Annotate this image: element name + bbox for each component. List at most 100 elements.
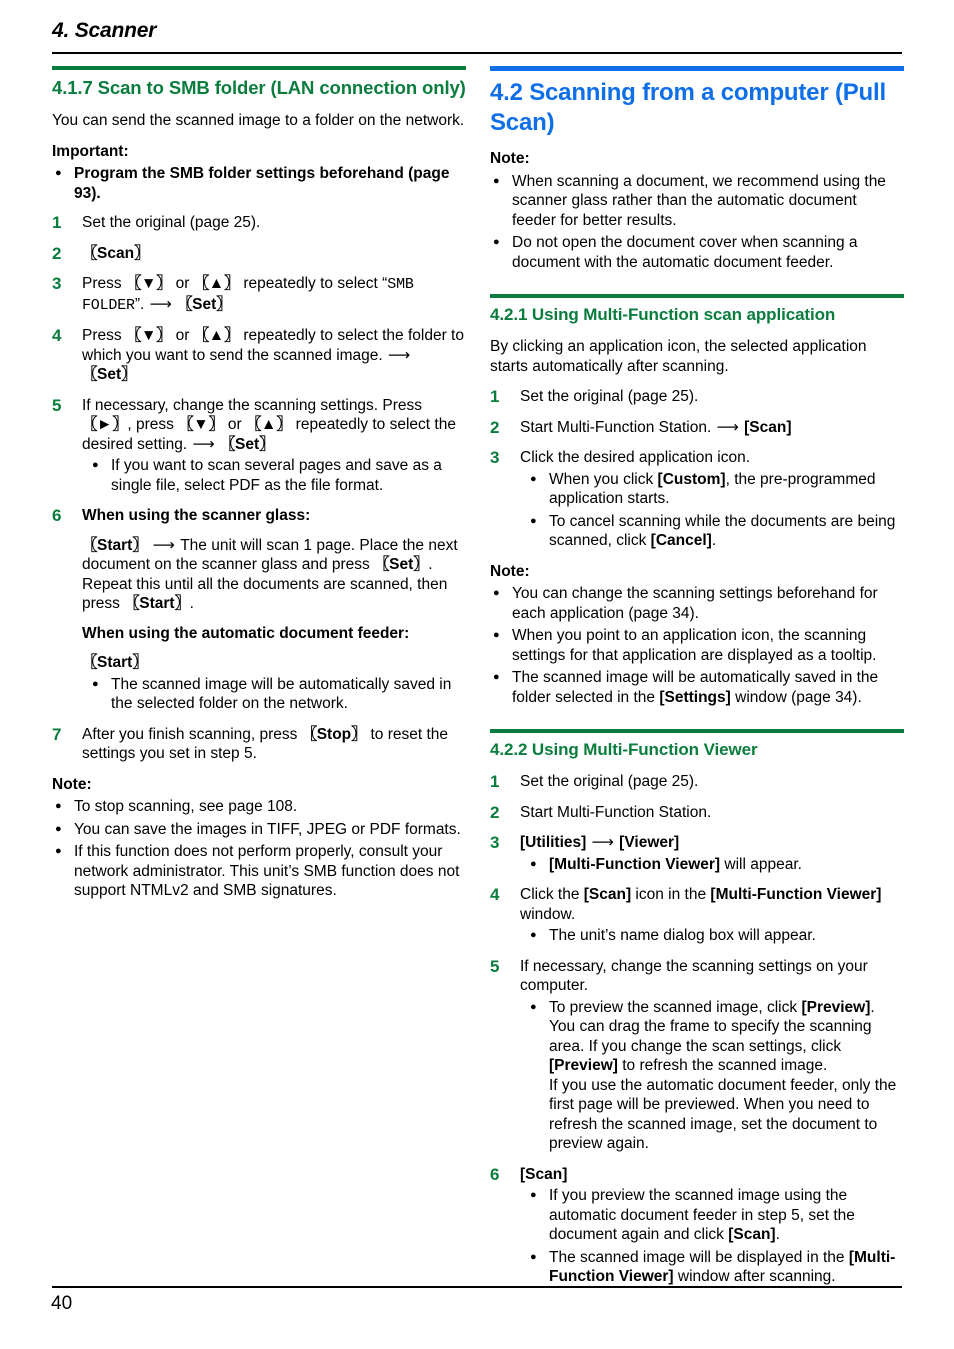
step-text-fragment: Press (82, 275, 126, 292)
key-set: 〖Set〗 (82, 365, 137, 383)
bullet-text-fragment: . (775, 1226, 780, 1243)
list-item: To cancel scanning while the documents a… (520, 511, 904, 551)
step-body: If necessary, change the scanning settin… (82, 396, 466, 455)
note-label-421: Note: (490, 562, 530, 580)
step-number: 3 (490, 448, 500, 467)
list-item: Do not open the document cover when scan… (490, 232, 904, 272)
step-body: [Scan] (520, 1165, 904, 1185)
step-text-fragment: Press (82, 327, 126, 344)
step-text-fragment: Start Multi-Function Station. (520, 418, 716, 436)
step-number: 7 (52, 724, 62, 744)
step-number: 2 (490, 802, 500, 822)
step-text-fragment: After you finish scanning, press (82, 725, 302, 743)
bullet-text-fragment: You can change the scanning settings bef… (512, 585, 878, 622)
bracket-scan: [Scan] (583, 886, 632, 903)
step-5-bullets: To preview the scanned image, click [Pre… (520, 997, 904, 1154)
key-down-arrow: 〖▼〗 (178, 415, 224, 433)
list-item: The scanned image will be displayed in t… (520, 1247, 904, 1287)
bullet-text-fragment: When you point to an application icon, t… (512, 627, 877, 664)
page-number: 40 (51, 1293, 73, 1314)
list-item: Program the SMB folder settings beforeha… (52, 163, 466, 203)
list-item: The unit’s name dialog box will appear. (520, 925, 904, 945)
note-bullet-list-left: To stop scanning, see page 108. You can … (52, 796, 466, 901)
step-number: 1 (490, 387, 500, 406)
bracket-scan: [Scan] (744, 418, 792, 436)
step-text-fragment: , press (127, 416, 179, 433)
bullet-text-fragment: window (page 34). (730, 688, 862, 706)
bullet-text-fragment: To cancel scanning while the documents a… (549, 512, 896, 550)
step-text-fragment: icon in the (631, 886, 711, 903)
step-3: 3 [Utilities] ⟶ [Viewer] [Multi-Function… (490, 833, 904, 874)
step-number: 3 (490, 833, 500, 852)
step-body: Start Multi-Function Station. (520, 803, 712, 821)
key-down-arrow: 〖▼〗 (125, 326, 172, 344)
arrow-icon: ⟶ (192, 434, 215, 453)
running-header: 4. Scanner (52, 18, 902, 44)
bracket-viewer: [Viewer] (619, 834, 680, 851)
step-number: 1 (490, 772, 500, 791)
step-1: 1 Set the original (page 25). (52, 213, 466, 233)
list-item: When scanning a document, we recommend u… (490, 171, 904, 231)
steps-421: 1 Set the original (page 25). 2 Start Mu… (490, 387, 904, 551)
key-up-arrow: 〖▲〗 (193, 326, 240, 344)
list-item: [Multi-Function Viewer] will appear. (520, 854, 904, 874)
list-item: When you click [Custom], the pre-program… (520, 469, 904, 509)
key-right-arrow: 〖►〗 (82, 415, 128, 433)
subsection-421-intro: By clicking an application icon, the sel… (490, 338, 867, 375)
step-number: 2 (490, 417, 500, 437)
bracket-preview-2: [Preview] (549, 1057, 618, 1074)
step-2: 2 〖Scan〗 (52, 244, 466, 264)
bracket-cancel: [Cancel] (650, 532, 712, 549)
left-steps-list: 1 Set the original (page 25). 2 〖Scan〗 3… (52, 213, 466, 764)
step-6: 6 When using the scanner glass: 〖Start〗 … (52, 506, 466, 714)
bullet-text-fragment: To preview the scanned image, click (549, 998, 802, 1016)
step-1: 1 Set the original (page 25). (490, 772, 904, 792)
key-set: 〖Set〗 (374, 555, 429, 573)
key-scan: 〖Scan〗 (82, 243, 150, 262)
step-number: 1 (52, 213, 62, 232)
bullet-text-fragment: . (711, 532, 717, 549)
step-body: If necessary, change the scanning settin… (520, 957, 868, 995)
subsection-heading-4-2-1: 4.2.1 Using Multi-Function scan applicat… (490, 305, 836, 324)
bracket-scan: [Scan] (728, 1226, 776, 1243)
bracket-utilities: [Utilities] (520, 834, 587, 851)
step-2: 2 Start Multi-Function Station. (490, 803, 904, 823)
step-text-fragment: If necessary, change the scanning settin… (82, 396, 423, 414)
step-3: 3 Click the desired application icon. Wh… (490, 448, 904, 551)
step-body: After you finish scanning, press 〖Stop〗 … (82, 725, 466, 764)
step-7: 7 After you finish scanning, press 〖Stop… (52, 725, 466, 764)
note-label-left: Note: (52, 775, 92, 793)
step-text-fragment: ”. (134, 295, 149, 313)
note-bullet-list-421: You can change the scanning settings bef… (490, 583, 904, 707)
step-number: 5 (52, 395, 62, 415)
key-start: 〖Start〗 (82, 653, 148, 671)
step-text-fragment: Click the (520, 886, 584, 903)
step-number: 6 (52, 506, 62, 525)
step-body: Set the original (page 25). (520, 773, 699, 790)
arrow-icon: ⟶ (388, 345, 411, 364)
right-column: 4.2 Scanning from a computer (Pull Scan)… (490, 66, 904, 1298)
arrow-icon: ⟶ (149, 294, 172, 313)
subsection-heading-4-2-2: 4.2.2 Using Multi-Function Viewer (490, 740, 758, 759)
step-body: Start Multi-Function Station. ⟶ [Scan] (520, 418, 904, 438)
list-item: If this function does not perform proper… (52, 841, 466, 901)
step-body: Click the [Scan] icon in the [Multi-Func… (520, 885, 904, 924)
section-rule-blue (490, 66, 904, 71)
section-intro: You can send the scanned image to a fold… (52, 112, 465, 129)
note-bullet-list-top: When scanning a document, we recommend u… (490, 171, 904, 273)
footer-divider (52, 1286, 902, 1288)
key-down-arrow: 〖▼〗 (125, 274, 172, 292)
key-up-arrow: 〖▲〗 (245, 415, 292, 433)
bullet-text-fragment: When you click (549, 470, 658, 488)
important-bullet-list: Program the SMB folder settings beforeha… (52, 163, 466, 203)
bracket-mf-viewer: [Multi-Function Viewer] (549, 855, 721, 873)
bullet-text-fragment: will appear. (720, 855, 802, 873)
arrow-icon: ⟶ (152, 535, 175, 554)
bullet-text-fragment: to refresh the scanned image. (617, 1057, 828, 1074)
bullet-text-fragment: The unit’s name dialog box will appear. (549, 927, 816, 944)
step-6-glass-body: 〖Start〗 ⟶ The unit will scan 1 page. Pla… (82, 536, 466, 614)
step-4: 4 Click the [Scan] icon in the [Multi-Fu… (490, 885, 904, 946)
step-4-bullets: The unit’s name dialog box will appear. (520, 925, 904, 945)
step-body: 〖Scan〗 (82, 244, 466, 264)
bracket-preview: [Preview] (801, 998, 871, 1016)
